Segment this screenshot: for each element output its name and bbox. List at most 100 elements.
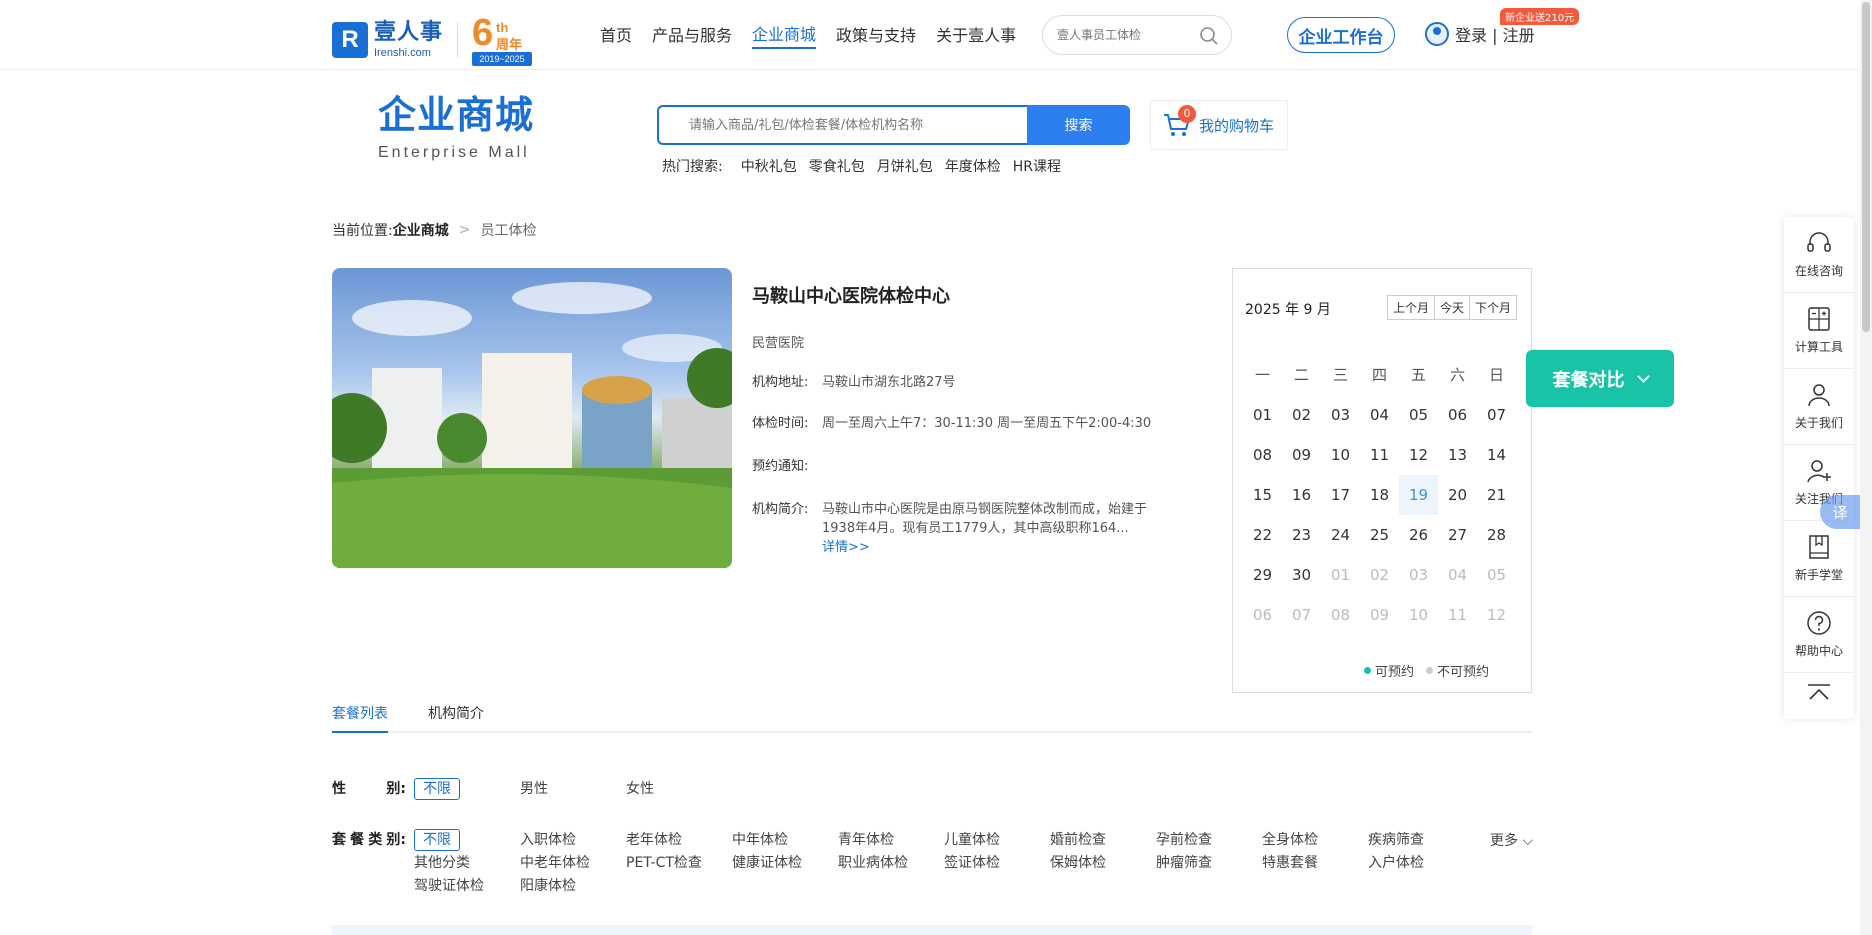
calendar-day[interactable]: 14 — [1477, 435, 1516, 475]
filter-option[interactable]: PET-CT检查 — [626, 852, 732, 875]
calendar-day[interactable]: 27 — [1438, 515, 1477, 555]
calendar-day[interactable]: 23 — [1282, 515, 1321, 555]
nav-policy[interactable]: 政策与支持 — [836, 22, 916, 48]
calendar-day[interactable]: 12 — [1399, 435, 1438, 475]
sidebar-item-online-consult[interactable]: 在线咨询 — [1784, 217, 1854, 293]
filter-option[interactable]: 男性 — [520, 778, 626, 801]
hot-search-item[interactable]: 月饼礼包 — [877, 156, 933, 176]
nav-home[interactable]: 首页 — [600, 22, 632, 48]
filter-option[interactable]: 不限 — [414, 778, 520, 801]
calendar-day[interactable]: 13 — [1438, 435, 1477, 475]
sidebar-item-help-center[interactable]: 帮助中心 — [1784, 597, 1854, 673]
filter-option[interactable]: 肿瘤筛查 — [1156, 852, 1262, 875]
calendar-day-today[interactable]: 19 — [1399, 475, 1438, 515]
filter-option[interactable]: 全身体检 — [1262, 829, 1368, 852]
filter-option[interactable]: 青年体检 — [838, 829, 944, 852]
calendar-day[interactable]: 01 — [1243, 395, 1282, 435]
institution-name: 马鞍山中心医院体检中心 — [752, 286, 950, 307]
sidebar-item-about-us[interactable]: 关于我们 — [1784, 369, 1854, 445]
filter-option[interactable]: 疾病筛查 — [1368, 829, 1474, 852]
calendar-day[interactable]: 15 — [1243, 475, 1282, 515]
hot-search-item[interactable]: 中秋礼包 — [741, 156, 797, 176]
calendar-day[interactable]: 05 — [1399, 395, 1438, 435]
package-compare-button[interactable]: 套餐对比 — [1526, 350, 1674, 407]
filter-option[interactable]: 职业病体检 — [838, 852, 944, 875]
scrollbar-thumb[interactable] — [1862, 2, 1870, 332]
sidebar-label: 计算工具 — [1794, 340, 1843, 354]
search-icon[interactable] — [1199, 26, 1219, 46]
more-categories-button[interactable]: 更多 ⌵ — [1490, 830, 1533, 850]
tab-institution-intro[interactable]: 机构简介 — [428, 703, 484, 731]
intro-text: 马鞍山市中心医院是由原马钢医院整体改制而成，始建于1938年4月。现有员工177… — [822, 502, 1148, 536]
calendar-day[interactable]: 25 — [1360, 515, 1399, 555]
calendar-day[interactable]: 20 — [1438, 475, 1477, 515]
nav-about[interactable]: 关于壹人事 — [936, 22, 1016, 48]
calendar-day[interactable]: 04 — [1360, 395, 1399, 435]
filter-option[interactable]: 婚前检查 — [1050, 829, 1156, 852]
calendar-day[interactable]: 28 — [1477, 515, 1516, 555]
calendar-day[interactable]: 07 — [1477, 395, 1516, 435]
back-to-top-button[interactable] — [1784, 673, 1854, 713]
next-month-button[interactable]: 下个月 — [1470, 296, 1516, 319]
filter-option[interactable]: 阳康体检 — [520, 875, 626, 898]
calendar-day[interactable]: 06 — [1438, 395, 1477, 435]
filter-option[interactable]: 中年体检 — [732, 829, 838, 852]
prev-month-button[interactable]: 上个月 — [1388, 296, 1435, 319]
tab-package-list[interactable]: 套餐列表 — [332, 703, 388, 733]
hot-search: 热门搜索: 中秋礼包 零食礼包 月饼礼包 年度体检 HR课程 — [662, 156, 1073, 176]
site-logo[interactable]: R 壹人事 Irenshi.com 6 th 周年 2019~2025 — [332, 14, 533, 66]
calendar-day[interactable]: 10 — [1321, 435, 1360, 475]
today-button[interactable]: 今天 — [1435, 296, 1470, 319]
calendar-day[interactable]: 21 — [1477, 475, 1516, 515]
calendar-day[interactable]: 03 — [1321, 395, 1360, 435]
hot-search-item[interactable]: 年度体检 — [945, 156, 1001, 176]
filter-option[interactable]: 女性 — [626, 778, 732, 801]
filter-option[interactable]: 儿童体检 — [944, 829, 1050, 852]
login-area[interactable]: 登录 | 注册 — [1425, 22, 1535, 46]
calendar-day[interactable]: 11 — [1360, 435, 1399, 475]
workbench-button[interactable]: 企业工作台 — [1287, 17, 1395, 53]
sidebar-label: 帮助中心 — [1794, 644, 1843, 658]
cart-button[interactable]: 我的购物车 — [1150, 100, 1288, 150]
calendar-day[interactable]: 29 — [1243, 555, 1282, 595]
filter-option[interactable]: 孕前检查 — [1156, 829, 1262, 852]
breadcrumb-link-mall[interactable]: 企业商城 — [393, 220, 449, 240]
translate-button[interactable]: 译 — [1820, 495, 1860, 529]
calendar-day[interactable]: 18 — [1360, 475, 1399, 515]
filter-option[interactable]: 老年体检 — [626, 829, 732, 852]
calendar-day[interactable]: 17 — [1321, 475, 1360, 515]
sidebar-item-calculator[interactable]: 计算工具 — [1784, 293, 1854, 369]
sidebar-item-beginner-class[interactable]: 新手学堂 — [1784, 521, 1854, 597]
login-register-link[interactable]: 登录 | 注册 — [1455, 22, 1535, 46]
filter-option[interactable]: 中老年体检 — [520, 852, 626, 875]
calendar-day[interactable]: 26 — [1399, 515, 1438, 555]
calendar-day[interactable]: 24 — [1321, 515, 1360, 555]
filter-option[interactable]: 特惠套餐 — [1262, 852, 1368, 875]
calendar-day[interactable]: 16 — [1282, 475, 1321, 515]
legend-available-label: 可预约 — [1374, 665, 1414, 680]
nav-mall[interactable]: 企业商城 — [752, 21, 817, 49]
filter-option[interactable]: 其他分类 — [414, 852, 520, 875]
filter-option-label: 孕前检查 — [1156, 832, 1212, 848]
filter-option[interactable]: 不限 — [414, 829, 520, 852]
calendar-day[interactable]: 30 — [1282, 555, 1321, 595]
hot-search-item[interactable]: HR课程 — [1013, 156, 1061, 176]
filter-option[interactable]: 驾驶证体检 — [414, 875, 520, 898]
calendar-day[interactable]: 09 — [1282, 435, 1321, 475]
mall-search-button[interactable]: 搜索 — [1027, 105, 1130, 145]
hospital-image — [332, 282, 732, 568]
intro-value: 马鞍山市中心医院是由原马钢医院整体改制而成，始建于1938年4月。现有员工177… — [822, 500, 1164, 557]
filter-option[interactable]: 保姆体检 — [1050, 852, 1156, 875]
detail-link[interactable]: 详情>> — [822, 540, 870, 555]
nav-products[interactable]: 产品与服务 — [652, 22, 732, 48]
filter-option[interactable]: 入户体检 — [1368, 852, 1474, 875]
calendar-day[interactable]: 02 — [1282, 395, 1321, 435]
filter-option[interactable]: 健康证体检 — [732, 852, 838, 875]
calendar-day[interactable]: 22 — [1243, 515, 1282, 555]
calendar-day[interactable]: 08 — [1243, 435, 1282, 475]
mall-search-input[interactable] — [657, 105, 1027, 145]
filter-option[interactable]: 签证体检 — [944, 852, 1050, 875]
top-search-input[interactable] — [1057, 28, 1197, 42]
filter-option[interactable]: 入职体检 — [520, 829, 626, 852]
hot-search-item[interactable]: 零食礼包 — [809, 156, 865, 176]
